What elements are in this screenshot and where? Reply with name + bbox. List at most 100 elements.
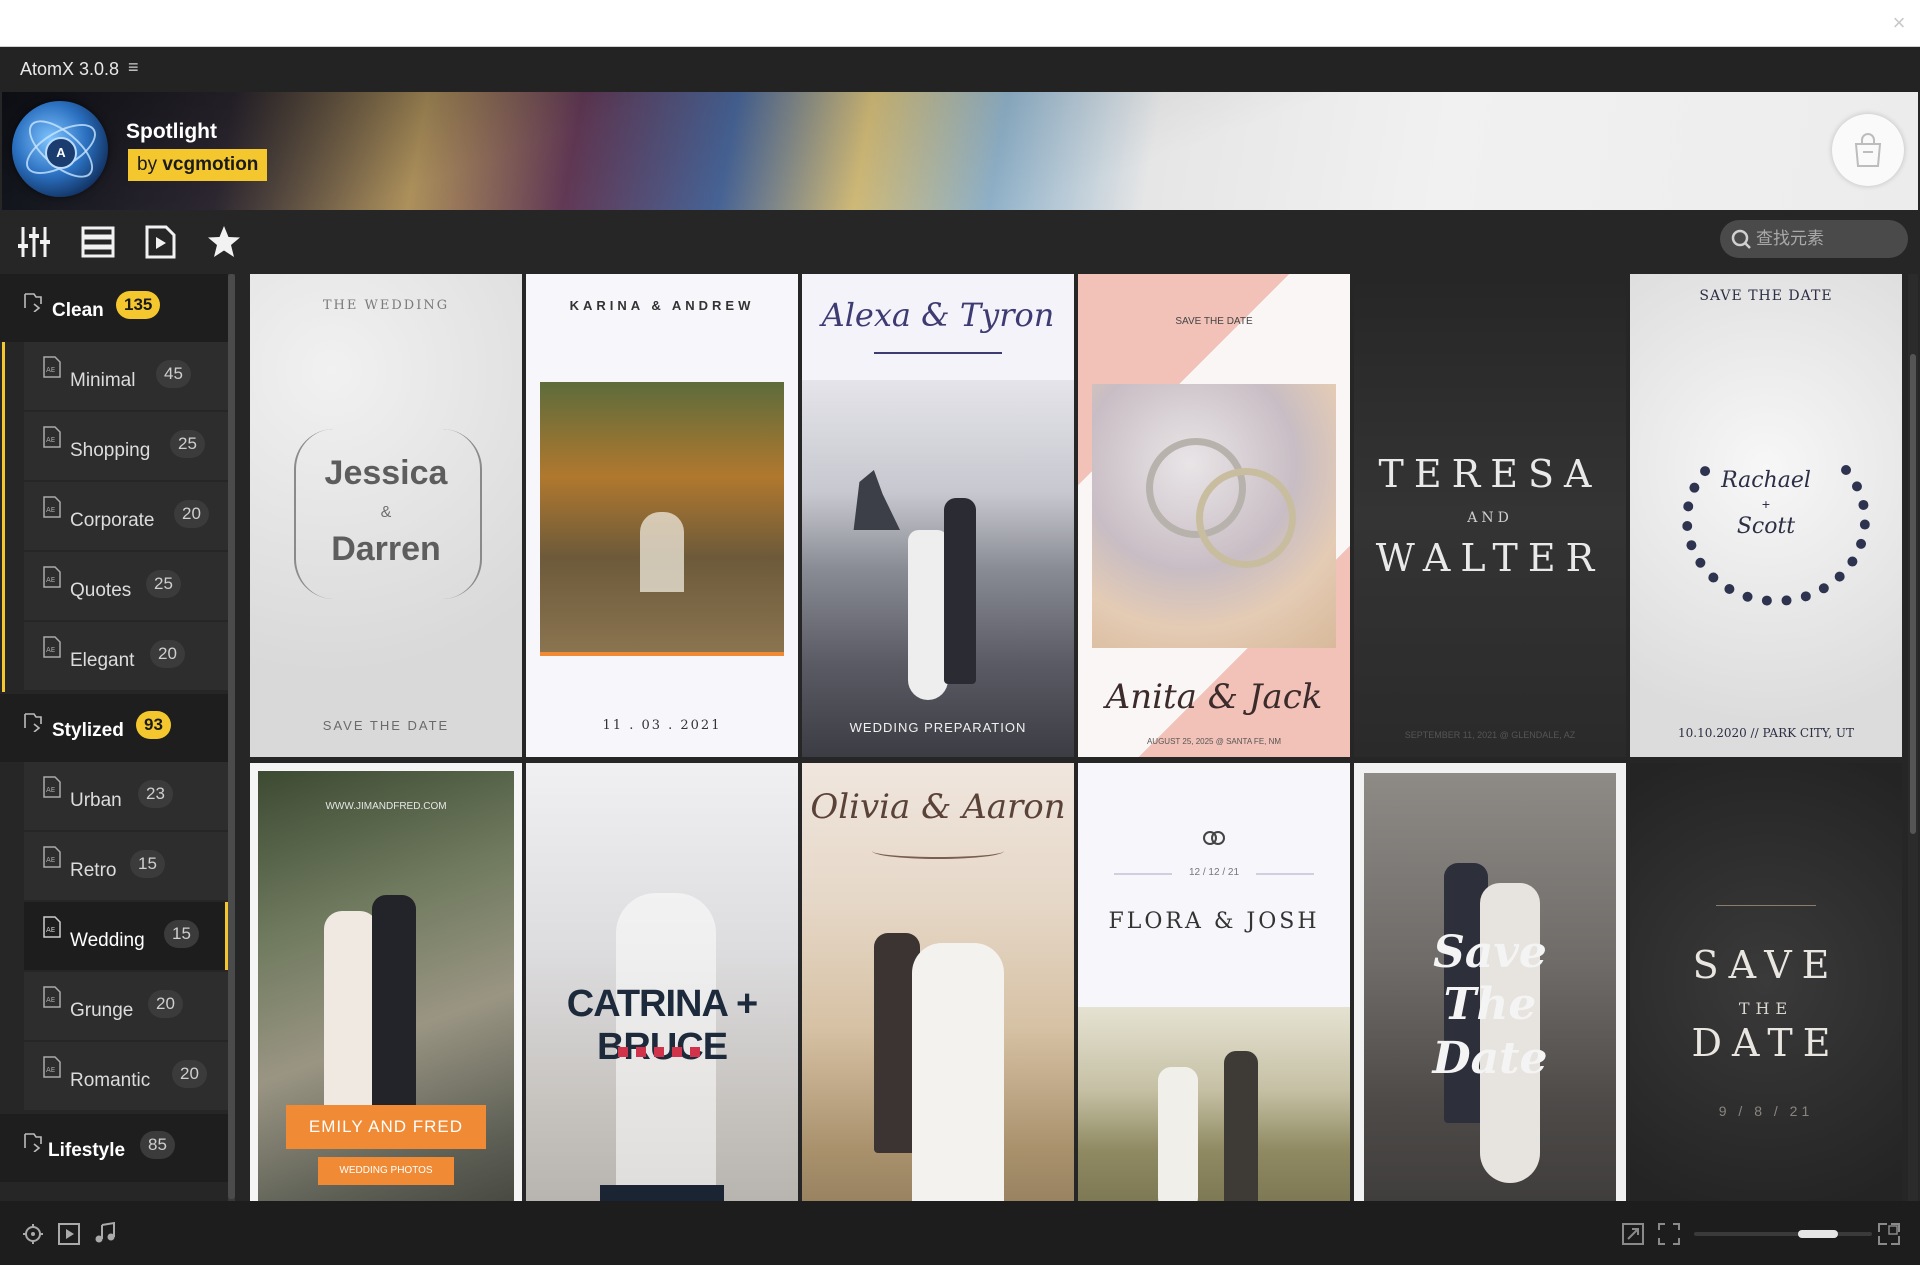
card-name2: Scott (1736, 514, 1796, 539)
sidebar-item-grunge[interactable]: AE Grunge 20 (24, 972, 228, 1042)
item-label: Elegant (70, 650, 135, 671)
template-card-alexa[interactable]: Alexa & Tyron WEDDING PREPARATION (802, 274, 1074, 757)
window-top-strip: × (0, 0, 1920, 47)
grid-size-icon[interactable] (1878, 1223, 1900, 1245)
list-icon[interactable] (80, 224, 116, 260)
item-label: Corporate (70, 510, 155, 531)
count-badge: 93 (136, 711, 171, 739)
search-input[interactable]: 查找元素 (1720, 220, 1908, 258)
field-couple-photo (1078, 1007, 1350, 1201)
scroll-thumb[interactable] (228, 274, 235, 1199)
forest-ceremony-photo (540, 382, 784, 656)
bottom-bar (0, 1201, 1920, 1265)
count-badge: 85 (140, 1131, 175, 1159)
play-icon[interactable] (58, 1223, 80, 1245)
author-badge[interactable]: by vcgmotion (128, 149, 268, 181)
atomx-logo[interactable]: A (12, 101, 108, 197)
sidebar-item-shopping[interactable]: AE Shopping 25 (24, 412, 228, 482)
count-badge: 15 (130, 850, 165, 878)
sidebar-item-romantic[interactable]: AE Romantic 20 (24, 1042, 228, 1112)
card-top-text: KARINA & ANDREW (569, 298, 755, 313)
svg-text:AE: AE (46, 786, 55, 794)
group-stylized[interactable]: Stylized 93 (0, 694, 228, 762)
card-line1: SAVE (1692, 943, 1840, 987)
sliders-icon[interactable] (16, 224, 52, 260)
card-line2: WALTER (1375, 536, 1605, 580)
rings-icon (1203, 831, 1225, 845)
card-button: EMILY AND FRED (286, 1105, 486, 1149)
svg-text:AE: AE (46, 366, 55, 374)
svg-text:AE: AE (46, 926, 55, 934)
template-card-rachael[interactable]: SAVE THE DATE Rachael + Scott 10.10.2020… (1630, 274, 1902, 757)
card-bottom-text: 10.10.2020 // PARK CITY, UT (1678, 726, 1854, 740)
menu-icon[interactable]: ≡ (128, 57, 139, 78)
bride-shape (912, 943, 1004, 1201)
group-clean[interactable]: Clean 135 (0, 274, 228, 342)
star-icon[interactable] (206, 224, 242, 260)
music-note-icon[interactable] (94, 1221, 116, 1245)
template-card-save-script[interactable]: Save The Date (1354, 763, 1626, 1201)
author-name: vcgmotion (162, 154, 259, 175)
rings-photo (1092, 384, 1336, 648)
divider (874, 352, 1002, 354)
groom-shape (1224, 1051, 1258, 1201)
template-card-save-date[interactable]: SAVE THE DATE 9 / 8 / 21 (1630, 763, 1902, 1201)
ae-file-icon: AE (43, 986, 61, 1008)
count-badge: 25 (146, 570, 181, 598)
svg-text:AE: AE (46, 436, 55, 444)
count-badge: 135 (116, 291, 161, 319)
sidebar-item-minimal[interactable]: AE Minimal 45 (24, 342, 228, 412)
svg-text:AE: AE (46, 856, 55, 864)
close-icon[interactable]: × (1884, 8, 1914, 38)
item-label: Quotes (70, 580, 132, 601)
item-label: Wedding (70, 930, 145, 951)
template-card-anita[interactable]: SAVE THE DATE Anita & Jack AUGUST 25, 20… (1078, 274, 1350, 757)
sidebar-item-wedding[interactable]: AE Wedding 15 (24, 902, 228, 972)
grid-scrollbar[interactable] (1908, 274, 1918, 1201)
shop-button[interactable] (1832, 114, 1904, 186)
card-bottom-text: SAVE THE DATE (322, 718, 450, 733)
slider-handle[interactable] (1798, 1230, 1838, 1238)
card-top-text: SAVE THE DATE (1699, 288, 1833, 304)
arch-shape (640, 512, 684, 592)
template-card-emily[interactable]: WWW.JIMANDFRED.COM EMILY AND FRED WEDDIN… (250, 763, 522, 1201)
sidebar-item-urban[interactable]: AE Urban 23 (24, 762, 228, 832)
expand-icon[interactable] (1622, 1223, 1644, 1245)
fullscreen-icon[interactable] (1658, 1223, 1680, 1245)
svg-text:AE: AE (46, 1066, 55, 1074)
sidebar-item-quotes[interactable]: AE Quotes 25 (24, 552, 228, 622)
template-card-teresa[interactable]: TERESA AND WALTER SEPTEMBER 11, 2021 @ G… (1354, 274, 1626, 757)
play-file-icon[interactable] (142, 224, 178, 260)
template-card-olivia[interactable]: Olivia & Aaron (802, 763, 1074, 1201)
target-icon[interactable] (22, 1223, 44, 1245)
sea-rock (853, 470, 900, 530)
author-prefix: by (137, 154, 158, 175)
ae-file-icon: AE (43, 636, 61, 658)
card-line1: Save (1433, 927, 1547, 978)
sidebar-item-corporate[interactable]: AE Corporate 20 (24, 482, 228, 552)
group-lifestyle[interactable]: Lifestyle 85 (0, 1114, 228, 1182)
item-label: Minimal (70, 370, 136, 391)
card-line2: The (1443, 979, 1537, 1030)
dark-bar (600, 1185, 724, 1201)
count-badge: 45 (156, 360, 191, 388)
sidebar-scrollbar[interactable] (228, 274, 235, 1201)
template-card-flora[interactable]: 12 / 12 / 21 FLORA & JOSH (1078, 763, 1350, 1201)
count-badge: 20 (150, 640, 185, 668)
template-card-karina[interactable]: KARINA & ANDREW 11 . 03 . 2021 (526, 274, 798, 757)
card-date: 12 / 12 / 21 (1188, 867, 1240, 878)
template-card-jessica[interactable]: THE WEDDING Jessica & Darren SAVE THE DA… (250, 274, 522, 757)
banner: A Spotlight by vcgmotion (2, 92, 1918, 210)
sidebar-item-retro[interactable]: AE Retro 15 (24, 832, 228, 902)
scroll-thumb[interactable] (1910, 354, 1916, 834)
card-bottom-text: WEDDING PREPARATION (849, 720, 1027, 735)
item-label: Grunge (70, 1000, 134, 1021)
card-top-text: SAVE THE DATE (1175, 316, 1253, 327)
count-badge: 15 (164, 920, 199, 948)
shopping-bag-icon (1854, 133, 1882, 167)
sidebar-item-elegant[interactable]: AE Elegant 20 (24, 622, 228, 692)
template-card-catrina[interactable]: CATRINA + BRUCE (526, 763, 798, 1201)
size-slider[interactable] (1694, 1230, 1872, 1238)
svg-text:AE: AE (46, 506, 55, 514)
ae-file-icon: AE (43, 566, 61, 588)
